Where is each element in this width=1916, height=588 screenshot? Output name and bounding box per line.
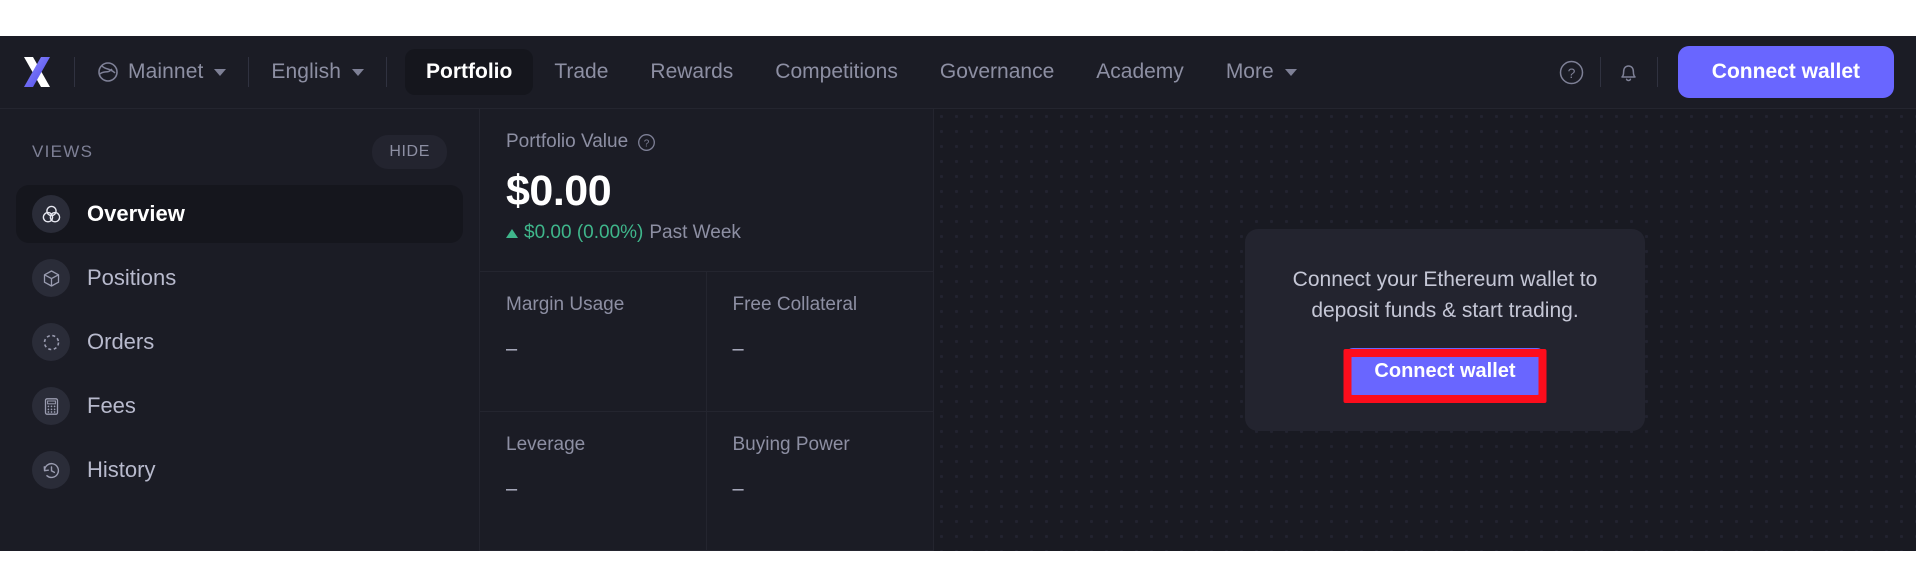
main-nav-links: Portfolio Trade Rewards Competitions Gov… [405, 49, 1318, 95]
nav-link-more[interactable]: More [1205, 49, 1318, 95]
help-button[interactable]: ? [1544, 44, 1600, 100]
chevron-down-icon [352, 68, 364, 76]
nav-link-label: Trade [554, 60, 609, 83]
stat-label: Buying Power [732, 433, 850, 455]
help-circle-icon: ? [1558, 59, 1585, 86]
nav-link-label: Rewards [650, 60, 734, 83]
nav-link-academy[interactable]: Academy [1075, 49, 1205, 95]
stat-leverage: Leverage – [480, 411, 707, 551]
nav-link-rewards[interactable]: Rewards [629, 49, 754, 95]
sidebar-item-label: Fees [87, 393, 136, 418]
stat-value: – [732, 338, 744, 360]
sidebar-item-fees[interactable]: Fees [16, 377, 463, 435]
language-label: English [271, 60, 341, 83]
nav-link-governance[interactable]: Governance [919, 49, 1075, 95]
portfolio-delta-amount: $0.00 (0.00%) [524, 222, 644, 244]
stat-value: – [732, 477, 744, 500]
nav-link-portfolio[interactable]: Portfolio [405, 49, 534, 95]
portfolio-summary-column: Portfolio Value ? $0.00 $0.00 (0.00%) Pa… [480, 109, 934, 551]
portfolio-value-title-row: Portfolio Value ? [506, 131, 907, 153]
sidebar-item-label: Orders [87, 329, 155, 354]
language-selector[interactable]: English [249, 36, 386, 109]
portfolio-value-block: Portfolio Value ? $0.00 $0.00 (0.00%) Pa… [480, 109, 933, 272]
calculator-icon [32, 387, 70, 425]
stat-value: – [506, 338, 518, 360]
sidebar-item-history[interactable]: History [16, 441, 463, 499]
network-selector[interactable]: Mainnet [75, 36, 248, 109]
connect-wallet-message: Connect your Ethereum wallet to deposit … [1292, 268, 1598, 322]
connect-wallet-button-header[interactable]: Connect wallet [1677, 46, 1894, 98]
nav-link-label: Portfolio [426, 60, 513, 83]
sidebar-item-label: Positions [87, 265, 177, 290]
stat-value: – [506, 477, 518, 500]
stat-label: Free Collateral [732, 294, 858, 315]
dydx-app: Mainnet English Portfolio Trade Rewards [0, 36, 1916, 551]
nav-link-label: Academy [1096, 60, 1184, 83]
stat-buying-power: Buying Power – [706, 412, 933, 551]
sidebar-item-overview[interactable]: Overview [16, 185, 463, 243]
cube-icon [32, 259, 70, 297]
stat-label: Leverage [506, 433, 586, 455]
nav-divider-3 [386, 57, 387, 87]
chart-placeholder-panel: Connect your Ethereum wallet to deposit … [934, 109, 1916, 551]
triangle-up-icon [506, 228, 518, 238]
stat-label: Margin Usage [506, 294, 625, 315]
nav-link-label: Governance [939, 60, 1055, 83]
portfolio-value-label: Portfolio Value [506, 131, 629, 152]
stat-margin-usage: Margin Usage – [480, 272, 707, 412]
top-navigation-bar: Mainnet English Portfolio Trade Rewards [0, 36, 1916, 109]
sidebar: VIEWS HIDE Overview Positions Orders Fee… [0, 109, 480, 551]
chevron-down-icon [1284, 68, 1297, 76]
connect-wallet-card: Connect your Ethereum wallet to deposit … [1245, 229, 1645, 431]
venn-circles-icon [32, 195, 70, 233]
portfolio-delta-period: Past Week [649, 222, 741, 244]
svg-text:?: ? [644, 138, 650, 149]
nav-link-trade[interactable]: Trade [533, 49, 629, 95]
nav-link-label: More [1225, 60, 1274, 83]
network-label: Mainnet [128, 60, 204, 83]
dydx-logo-icon [24, 57, 50, 87]
notifications-button[interactable] [1601, 44, 1657, 100]
globe-icon [97, 61, 119, 83]
app-body: VIEWS HIDE Overview Positions Orders Fee… [0, 109, 1916, 551]
nav-link-competitions[interactable]: Competitions [754, 49, 919, 95]
sidebar-item-label: History [87, 457, 156, 482]
stat-free-collateral: Free Collateral – [706, 272, 933, 412]
sidebar-item-positions[interactable]: Positions [16, 249, 463, 307]
sidebar-hide-button[interactable]: HIDE [372, 135, 447, 169]
sidebar-item-orders[interactable]: Orders [16, 313, 463, 371]
bell-icon [1615, 59, 1642, 86]
nav-divider-5 [1656, 57, 1658, 87]
sidebar-header: VIEWS HIDE [16, 127, 463, 185]
sidebar-section-label: VIEWS [32, 142, 94, 161]
portfolio-value-amount: $0.00 [506, 167, 612, 215]
connect-wallet-button[interactable]: Connect wallet [1346, 347, 1544, 395]
dydx-logo[interactable] [0, 55, 74, 89]
help-circle-icon[interactable]: ? [637, 133, 656, 152]
portfolio-value-delta-row: $0.00 (0.00%) Past Week [506, 222, 907, 244]
nav-right-actions: ? Connect wallet [1544, 44, 1894, 100]
clock-rewind-icon [32, 451, 70, 489]
chevron-down-icon [214, 68, 227, 76]
svg-text:?: ? [1568, 65, 1576, 81]
portfolio-stats-grid: Margin Usage – Free Collateral – Leverag… [480, 272, 933, 551]
dashed-circle-icon [32, 323, 70, 361]
screenshot-root: Mainnet English Portfolio Trade Rewards [0, 0, 1916, 588]
nav-link-label: Competitions [775, 60, 898, 83]
sidebar-item-label: Overview [87, 201, 185, 226]
